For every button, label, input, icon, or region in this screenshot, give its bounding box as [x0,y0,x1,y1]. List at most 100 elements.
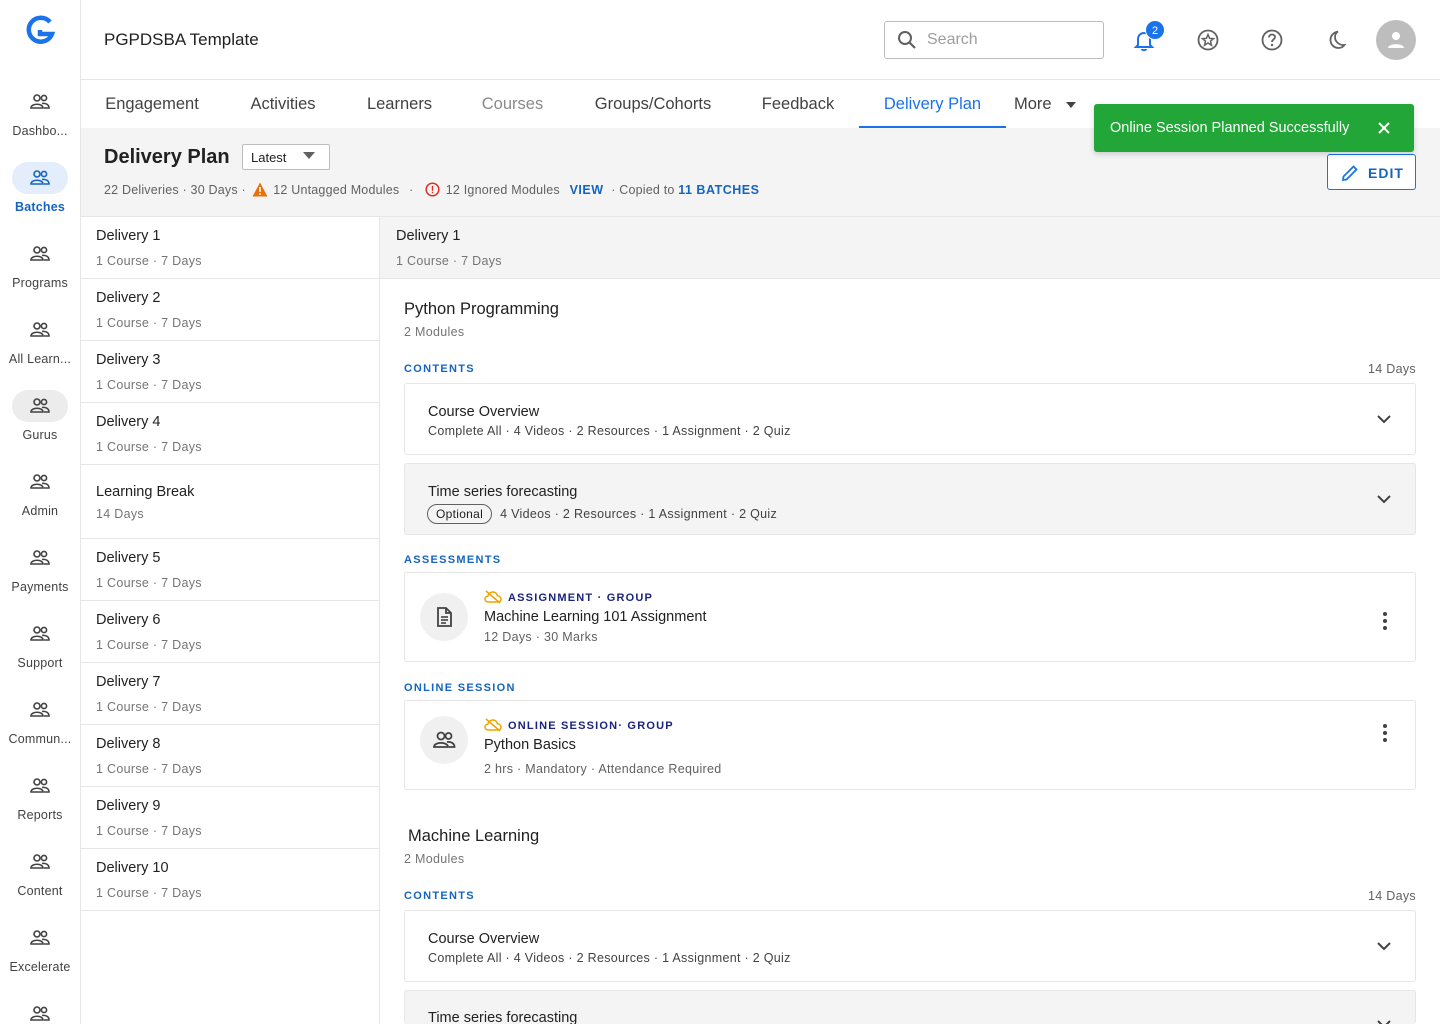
avatar[interactable] [1376,20,1416,60]
sidebar-item-excelerate[interactable]: Excelerate [0,922,80,982]
search-box[interactable] [884,21,1104,59]
tab-more-label: More [1014,95,1052,113]
edit-button-label: EDIT [1368,165,1404,181]
delivery-list-item[interactable]: Delivery 3 1 Course · 7 Days [81,341,379,403]
course-title: Machine Learning [408,827,540,845]
tab-more[interactable]: More [1014,81,1080,128]
delivery-list-item[interactable]: Delivery 5 1 Course · 7 Days [81,539,379,601]
course-title: Python Programming [404,300,559,318]
people-icon [12,922,68,954]
document-icon [420,593,468,641]
tab-delivery-plan[interactable]: Delivery Plan [859,81,1006,128]
version-select[interactable]: Latest [242,144,330,170]
sidebar-item-label: Reports [17,808,63,822]
detail-title: Delivery 1 [396,228,461,244]
toast-message: Online Session Planned Successfully [1110,120,1350,136]
achievements-button[interactable] [1192,24,1224,56]
delivery-list-item[interactable]: Delivery 8 1 Course · 7 Days [81,725,379,787]
chevron-down-icon[interactable] [1375,410,1393,428]
plan-summary: 22 Deliveries · 30 Days · 12 Untagged Mo… [104,182,760,197]
delivery-list: Delivery 1 1 Course · 7 Days Delivery 2 … [81,217,380,1024]
module-meta: Complete All · 4 Videos · 2 Resources · … [428,951,791,965]
cloud-off-icon [484,590,502,604]
delivery-list-item[interactable]: Delivery 7 1 Course · 7 Days [81,663,379,725]
sidebar-item-more[interactable] [0,998,80,1024]
sidebar-item-label: Admin [21,504,59,518]
module-card[interactable]: Course Overview Complete All · 4 Videos … [404,383,1416,455]
dark-mode-toggle[interactable] [1320,24,1352,56]
delivery-list-item[interactable]: Delivery 1 1 Course · 7 Days [81,217,379,279]
copied-batches-link[interactable]: 11 BATCHES [678,183,759,197]
chevron-down-icon[interactable] [1375,937,1393,955]
people-icon [12,162,68,194]
assignment-tag-label: ASSIGNMENT · GROUP [508,592,654,604]
people-icon [12,998,68,1024]
module-card[interactable]: Time series forecasting Optional 4 Videos… [404,463,1416,535]
sidebar-item-gurus[interactable]: Gurus [0,390,80,450]
top-bar: PGPDSBA Template 2 [81,0,1440,80]
module-card[interactable]: Time series forecasting [404,990,1416,1024]
delivery-list-item[interactable]: Delivery 6 1 Course · 7 Days [81,601,379,663]
tab-activities[interactable]: Activities [248,81,318,128]
module-title: Time series forecasting [428,1010,578,1024]
pencil-icon [1341,165,1358,182]
delivery-list-item[interactable]: Delivery 4 1 Course · 7 Days [81,403,379,465]
assignment-card[interactable]: ASSIGNMENT · GROUP Machine Learning 101 … [404,572,1416,662]
help-button[interactable] [1256,24,1288,56]
more-vert-icon[interactable] [1373,609,1397,633]
view-ignored-link[interactable]: VIEW [570,183,604,197]
sidebar-item-reports[interactable]: Reports [0,770,80,830]
tab-learners[interactable]: Learners [366,81,433,128]
module-title: Course Overview [428,931,540,947]
sidebar-item-community[interactable]: Commun... [0,694,80,754]
module-meta: Complete All · 4 Videos · 2 Resources · … [428,424,791,438]
sidebar-item-all-learners[interactable]: All Learn... [0,314,80,374]
app-logo[interactable] [24,14,56,46]
edit-button[interactable]: EDIT [1327,154,1416,190]
tab-groups-cohorts[interactable]: Groups/Cohorts [592,81,714,128]
sidebar-item-label: Excelerate [9,960,71,974]
course-modules-count: 2 Modules [404,852,465,866]
module-meta-row: Optional 4 Videos · 2 Resources · 1 Assig… [427,504,777,524]
module-title: Course Overview [428,404,540,420]
search-input[interactable] [927,28,1097,52]
sidebar-item-label: Batches [14,200,66,214]
delivery-list-item[interactable]: Learning Break 14 Days [81,465,379,539]
close-icon[interactable] [1374,118,1394,138]
sidebar-item-payments[interactable]: Payments [0,542,80,602]
sidebar-item-admin[interactable]: Admin [0,466,80,526]
delivery-detail: Delivery 1 1 Course · 7 Days Python Prog… [380,217,1440,1024]
sidebar-item-label: Payments [11,580,69,594]
delivery-list-item[interactable]: Delivery 10 1 Course · 7 Days [81,849,379,911]
delivery-name: Delivery 9 [96,798,161,814]
people-icon [12,694,68,726]
sidebar-item-label: Gurus [22,428,58,442]
success-toast: Online Session Planned Successfully [1094,104,1414,152]
contents-duration: 14 Days [1368,889,1416,903]
people-icon [12,770,68,802]
delivery-list-item[interactable]: Delivery 9 1 Course · 7 Days [81,787,379,849]
tab-feedback[interactable]: Feedback [761,81,835,128]
tab-engagement[interactable]: Engagement [104,81,200,128]
sidebar-item-content[interactable]: Content [0,846,80,906]
delivery-name: Delivery 2 [96,290,161,306]
people-icon [12,542,68,574]
tab-courses[interactable]: Courses [481,81,544,128]
contents-section-label: CONTENTS [404,890,475,902]
optional-chip: Optional [427,504,493,524]
online-session-card[interactable]: ONLINE SESSION· GROUP Python Basics 2 hr… [404,700,1416,790]
sidebar-item-batches[interactable]: Batches [0,162,80,222]
more-vert-icon[interactable] [1373,721,1397,745]
sidebar-item-programs[interactable]: Programs [0,238,80,298]
chevron-down-icon[interactable] [1375,490,1393,508]
chevron-down-icon[interactable] [1375,1015,1393,1024]
module-card[interactable]: Course Overview Complete All · 4 Videos … [404,910,1416,982]
page-title: Delivery Plan [104,146,230,168]
caret-down-icon [303,152,315,159]
delivery-list-item[interactable]: Delivery 2 1 Course · 7 Days [81,279,379,341]
detail-meta: 1 Course · 7 Days [396,254,502,268]
version-select-value: Latest [251,150,287,165]
sidebar-item-support[interactable]: Support [0,618,80,678]
notifications-button[interactable]: 2 [1128,20,1165,56]
sidebar-item-dashboard[interactable]: Dashbo... [0,86,80,146]
